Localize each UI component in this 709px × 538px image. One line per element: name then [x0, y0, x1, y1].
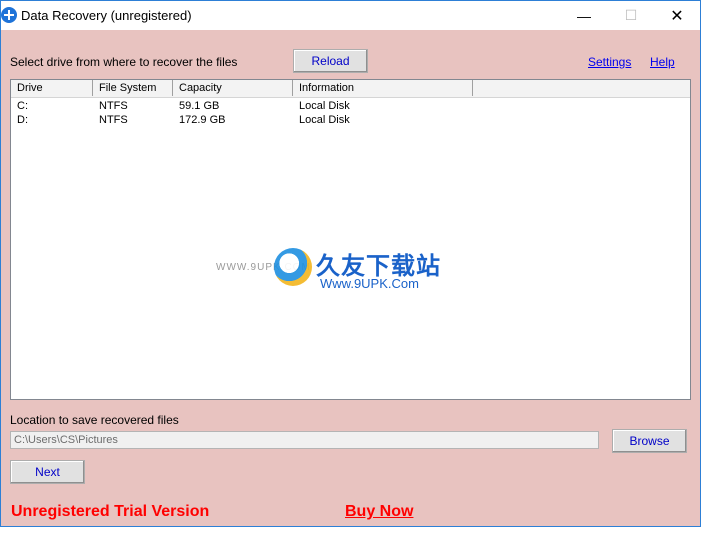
drive-list-header: Drive File System Capacity Information — [11, 80, 690, 98]
column-information[interactable]: Information — [293, 80, 473, 96]
help-link[interactable]: Help — [650, 55, 675, 69]
app-window: Data Recovery (unregistered) — ☐ ✕ Selec… — [0, 0, 701, 527]
watermark-logo-icon — [274, 248, 312, 286]
column-drive[interactable]: Drive — [11, 80, 93, 96]
select-drive-label: Select drive from where to recover the f… — [10, 55, 238, 69]
reload-button[interactable]: Reload — [293, 49, 368, 73]
app-plus-icon — [1, 7, 17, 23]
title-bar: Data Recovery (unregistered) — ☐ ✕ — [1, 1, 700, 30]
column-empty — [473, 80, 690, 96]
browse-button[interactable]: Browse — [612, 429, 687, 453]
cell-capacity: 59.1 GB — [179, 100, 220, 112]
save-path-field[interactable]: C:\Users\CS\Pictures — [10, 431, 599, 449]
column-capacity[interactable]: Capacity — [173, 80, 293, 96]
maximize-button[interactable]: ☐ — [608, 1, 654, 30]
watermark: WWW.9UPK.COM 久友下载站 Www.9UPK.Com — [216, 240, 466, 300]
cell-file-system: NTFS — [99, 100, 128, 112]
watermark-url: Www.9UPK.Com — [320, 276, 419, 291]
settings-link[interactable]: Settings — [588, 55, 631, 69]
save-location-label: Location to save recovered files — [10, 413, 179, 427]
minimize-button[interactable]: — — [561, 1, 607, 30]
buy-now-link[interactable]: Buy Now — [345, 503, 413, 521]
column-file-system[interactable]: File System — [93, 80, 173, 96]
cell-drive: D: — [17, 114, 28, 126]
cell-information: Local Disk — [299, 114, 350, 126]
close-button[interactable]: ✕ — [654, 1, 700, 30]
cell-drive: C: — [17, 100, 28, 112]
cell-capacity: 172.9 GB — [179, 114, 226, 126]
drive-list[interactable]: Drive File System Capacity Information C… — [10, 79, 691, 400]
cell-information: Local Disk — [299, 100, 350, 112]
cell-file-system: NTFS — [99, 114, 128, 126]
next-button[interactable]: Next — [10, 460, 85, 484]
trial-version-label: Unregistered Trial Version — [11, 503, 210, 520]
window-title: Data Recovery (unregistered) — [21, 8, 192, 23]
